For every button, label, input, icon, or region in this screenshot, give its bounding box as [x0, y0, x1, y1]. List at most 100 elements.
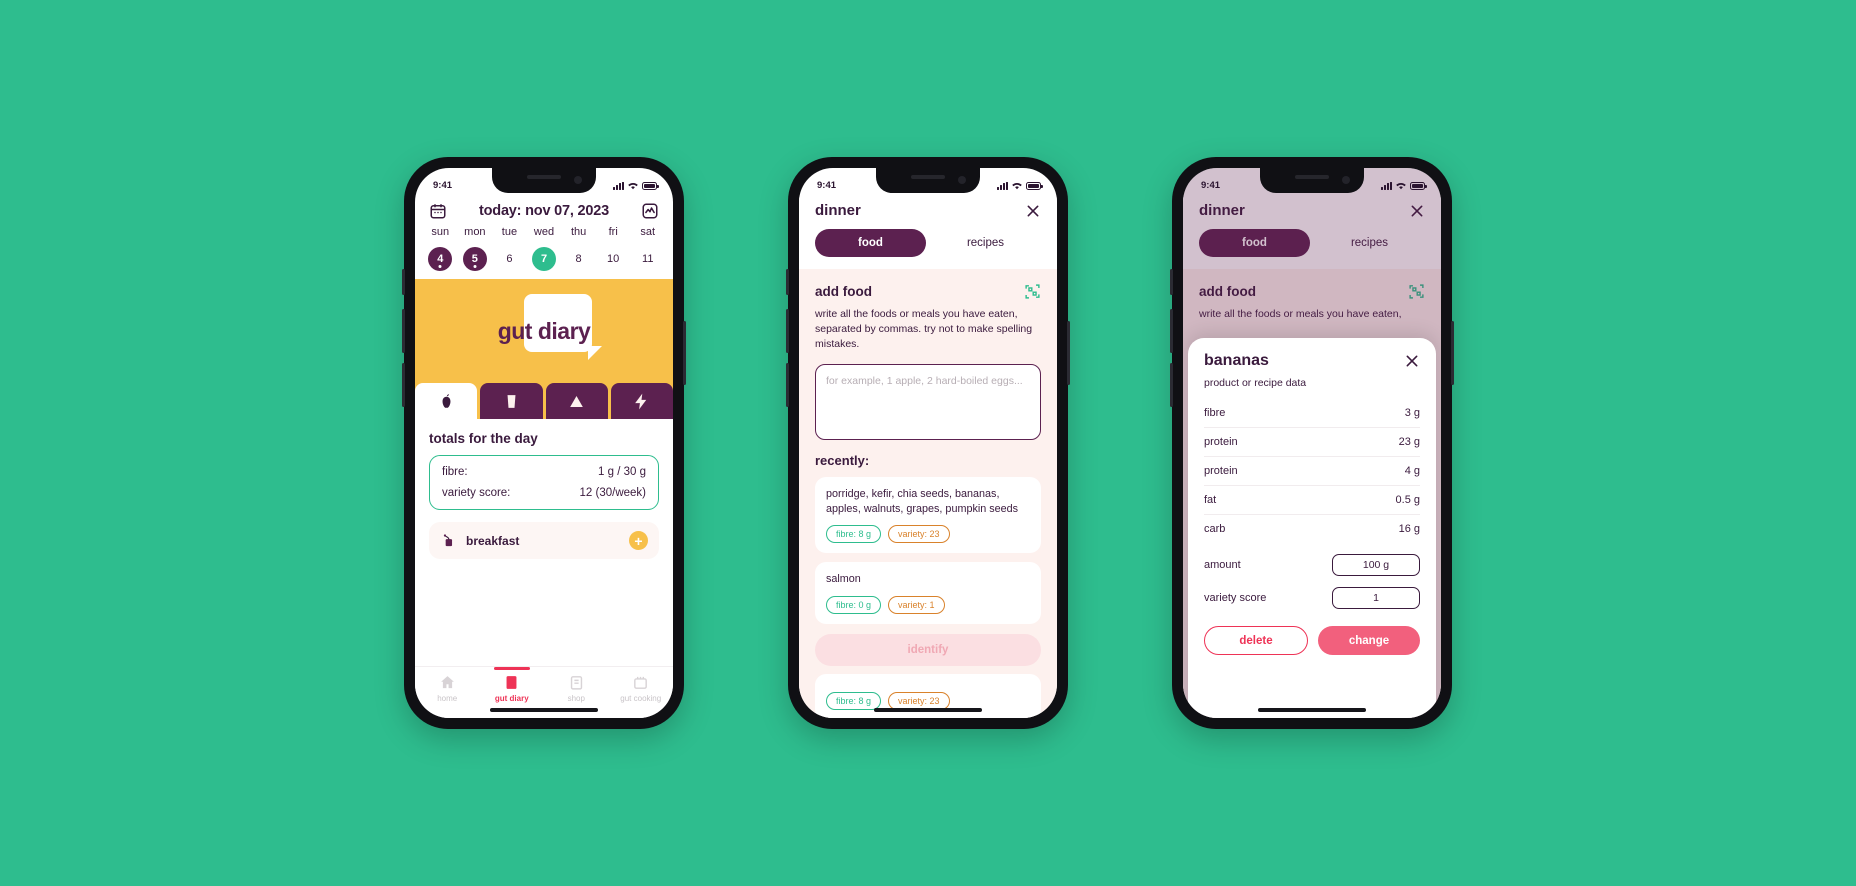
- recent-item[interactable]: salmon fibre: 0 g variety: 1: [815, 562, 1041, 624]
- food-input[interactable]: for example, 1 apple, 2 hard-boiled eggs…: [815, 363, 1041, 440]
- meal-label: breakfast: [466, 533, 520, 548]
- day-cell-today[interactable]: 7: [532, 247, 557, 271]
- segment-recipes[interactable]: recipes: [930, 229, 1041, 257]
- day-cell[interactable]: 4: [428, 247, 453, 271]
- nav-label: gut diary: [494, 694, 529, 703]
- change-button[interactable]: change: [1318, 626, 1420, 655]
- weekday-label: wed: [533, 226, 555, 238]
- delete-button[interactable]: delete: [1204, 626, 1308, 655]
- nutrient-value: 4 g: [1404, 465, 1420, 477]
- nutrient-row: carb 16 g: [1204, 515, 1420, 543]
- glass-icon: [507, 394, 516, 408]
- nav-item-gut-diary[interactable]: gut diary: [480, 667, 545, 703]
- variety-badge: variety: 1: [888, 595, 945, 614]
- food-detail-modal: bananas product or recipe data fibre 3 g…: [1188, 338, 1436, 718]
- totals-value: 1 g / 30 g: [598, 466, 646, 478]
- modal-title: bananas: [1204, 352, 1269, 369]
- nav-item-shop[interactable]: shop: [544, 674, 609, 703]
- volume-down-button[interactable]: [1170, 363, 1173, 407]
- wifi-icon: [1396, 182, 1406, 189]
- weekday-label: fri: [608, 226, 618, 238]
- volume-up-button[interactable]: [1170, 309, 1173, 353]
- volume-down-button[interactable]: [786, 363, 789, 407]
- close-icon[interactable]: [1025, 203, 1041, 219]
- nutrient-label: fibre: [1204, 407, 1226, 419]
- totals-box: fibre: 1 g / 30 g variety score: 12 (30/…: [429, 455, 659, 510]
- weekday-label: sun: [431, 226, 450, 238]
- nav-item-gut-cooking[interactable]: gut cooking: [609, 674, 674, 703]
- modal-subtitle: product or recipe data: [1204, 377, 1307, 389]
- nutrient-row: protein 4 g: [1204, 457, 1420, 486]
- calendar-icon[interactable]: [429, 202, 447, 220]
- camera-icon: [1342, 176, 1350, 184]
- notch: [1260, 168, 1364, 193]
- logo-text: gut diary: [497, 317, 591, 344]
- phone-screen-food-detail: 9:41 dinner food recipes add food write …: [1183, 168, 1441, 718]
- camera-icon: [958, 176, 966, 184]
- teabag-icon: [443, 534, 453, 547]
- recent-item[interactable]: porridge, kefir, chia seeds, bananas, ap…: [815, 476, 1041, 554]
- tab-stool[interactable]: [545, 383, 608, 419]
- home-body: totals for the day fibre: 1 g / 30 g var…: [415, 419, 673, 559]
- meal-row-breakfast[interactable]: breakfast +: [429, 522, 659, 559]
- tab-drinks[interactable]: [480, 383, 543, 419]
- volume-down-button[interactable]: [402, 363, 405, 407]
- recently-label: recently:: [815, 452, 870, 468]
- amount-input[interactable]: 100 g: [1332, 554, 1420, 576]
- sheet-header: dinner: [799, 196, 1057, 229]
- shop-icon: [570, 676, 582, 690]
- tab-food[interactable]: [415, 383, 478, 419]
- totals-label: fibre:: [442, 466, 468, 478]
- identify-button[interactable]: identify: [815, 633, 1041, 666]
- phone-screen-home: 9:41 today: nov 07, 2023 sun mon tue wed…: [415, 168, 673, 718]
- page-title: today: nov 07, 2023: [479, 203, 609, 219]
- day-cell[interactable]: 6: [497, 247, 521, 271]
- volume-up-button[interactable]: [402, 309, 405, 353]
- variety-badge: variety: 23: [888, 525, 950, 544]
- weekday-label: thu: [570, 226, 587, 238]
- week-days: 4 5 6 7 8 10 11: [415, 243, 673, 271]
- status-time: 9:41: [817, 179, 837, 191]
- modal-header: bananas: [1204, 352, 1420, 370]
- nutrient-table: fibre 3 g protein 23 g protein 4 g fat 0…: [1204, 399, 1420, 543]
- qr-scan-icon[interactable]: [1024, 283, 1041, 300]
- fibre-badge: fibre: 0 g: [826, 595, 882, 614]
- battery-icon: [1410, 181, 1427, 190]
- phone-mockup-food-detail: 9:41 dinner food recipes add food write …: [1170, 157, 1454, 729]
- variety-field-row: variety score 1: [1204, 587, 1420, 609]
- segment-food[interactable]: food: [815, 229, 926, 257]
- recent-item-pills: fibre: 8 g variety: 23: [826, 525, 1030, 544]
- nav-item-home[interactable]: home: [415, 674, 480, 703]
- power-button[interactable]: [1451, 321, 1454, 385]
- close-icon[interactable]: [1404, 353, 1420, 369]
- weekday-label: sat: [640, 226, 656, 238]
- variety-score-input[interactable]: 1: [1332, 587, 1420, 609]
- volume-up-button[interactable]: [786, 309, 789, 353]
- wifi-icon: [1012, 182, 1022, 189]
- mute-switch[interactable]: [786, 269, 789, 295]
- tab-symptoms[interactable]: [610, 383, 673, 419]
- day-cell[interactable]: 5: [462, 247, 487, 271]
- hero-banner: gut diary: [415, 279, 673, 383]
- day-cell[interactable]: 8: [567, 247, 591, 271]
- day-cell[interactable]: 10: [601, 247, 625, 271]
- mute-switch[interactable]: [402, 269, 405, 295]
- home-indicator: [874, 708, 982, 712]
- signal-icon: [997, 181, 1008, 190]
- week-weekdays: sun mon tue wed thu fri sat: [415, 222, 673, 243]
- nutrient-label: fat: [1204, 494, 1217, 506]
- mute-switch[interactable]: [1170, 269, 1173, 295]
- wifi-icon: [628, 182, 638, 189]
- nutrient-row: fat 0.5 g: [1204, 486, 1420, 515]
- day-cell[interactable]: 11: [636, 247, 660, 271]
- phone-screen-add-food: 9:41 dinner food recipes add food write …: [799, 168, 1057, 718]
- home-header: today: nov 07, 2023: [415, 196, 673, 222]
- nav-label: home: [437, 694, 458, 703]
- power-button[interactable]: [683, 321, 686, 385]
- power-button[interactable]: [1067, 321, 1070, 385]
- speaker-icon: [1295, 175, 1329, 179]
- activity-chart-icon[interactable]: [641, 202, 659, 220]
- add-meal-button[interactable]: +: [629, 531, 648, 550]
- battery-icon: [1026, 181, 1043, 190]
- nutrient-label: protein: [1204, 465, 1238, 477]
